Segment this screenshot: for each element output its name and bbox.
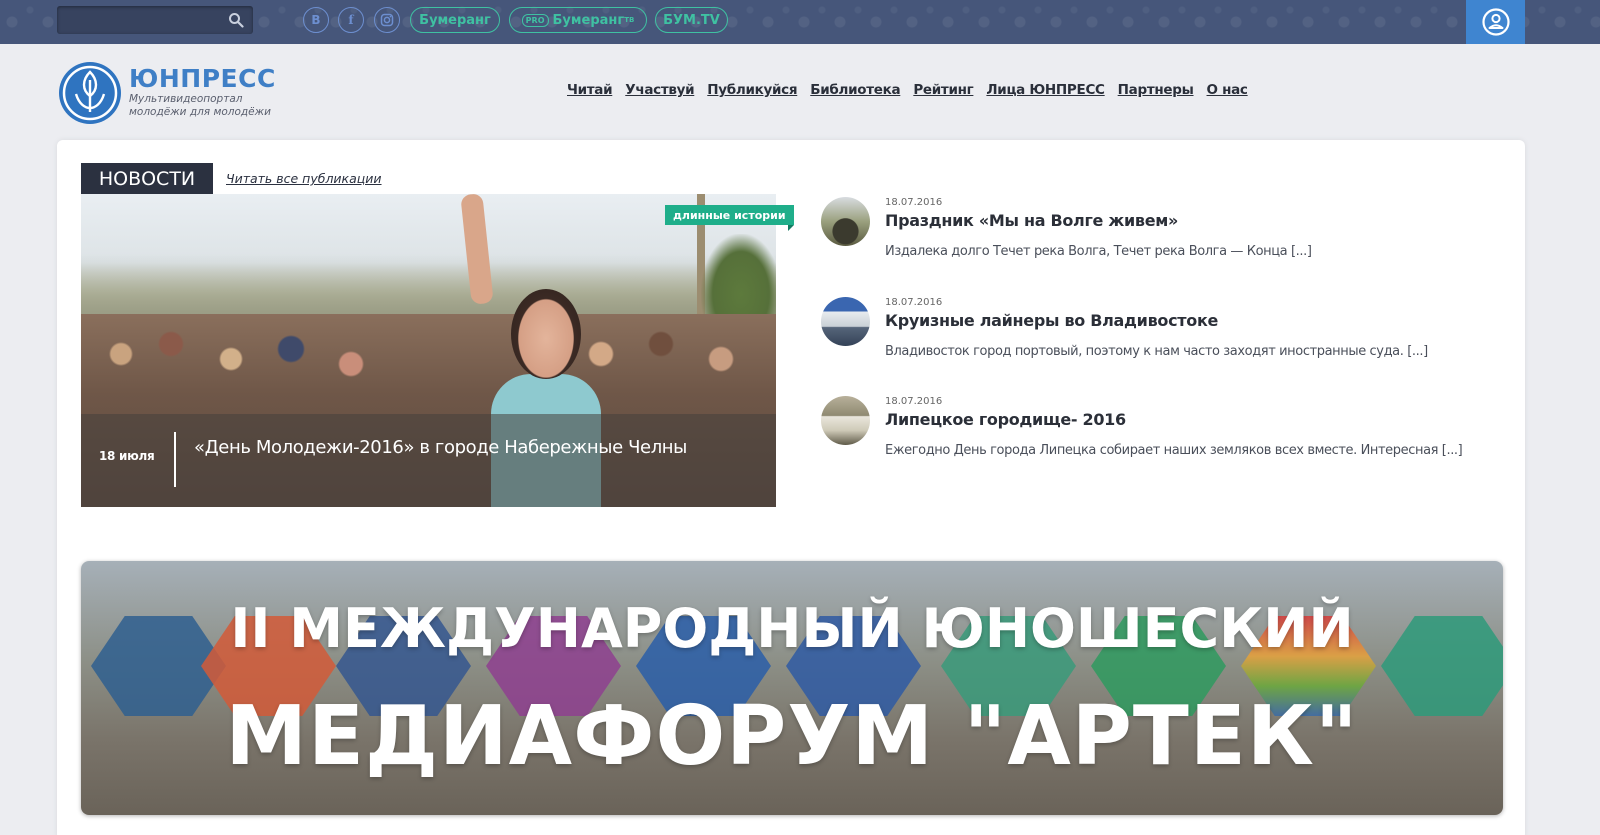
news-excerpt: Владивосток город портовый, поэтому к на…: [885, 344, 1428, 359]
search-box[interactable]: [57, 6, 253, 34]
news-item[interactable]: 18.07.2016 Липецкое городище- 2016 Ежего…: [821, 396, 1501, 486]
news-thumbnail: [821, 396, 870, 445]
logo-tagline: Мультивидеопортал молодёжи для молодёжи: [129, 93, 329, 119]
facebook-icon[interactable]: f: [338, 7, 364, 33]
tb-superscript: TB: [624, 16, 635, 24]
nav-faces[interactable]: Лица ЮНПРЕСС: [986, 82, 1105, 98]
logo-emblem-icon: [59, 62, 121, 124]
news-title[interactable]: Праздник «Мы на Волге живем»: [885, 211, 1178, 230]
news-excerpt: Издалека долго Течет река Волга, Течет р…: [885, 244, 1312, 259]
news-date: 18.07.2016: [885, 197, 943, 208]
news-thumbnail: [821, 197, 870, 246]
news-title[interactable]: Круизные лайнеры во Владивостоке: [885, 311, 1218, 330]
pro-badge: PRO: [521, 13, 549, 27]
long-stories-tag[interactable]: длинные истории: [665, 205, 794, 231]
pro-boomerang-link[interactable]: PRO Бумеранг TB: [509, 7, 647, 33]
featured-divider: [174, 432, 176, 487]
news-date: 18.07.2016: [885, 396, 943, 407]
featured-caption-band: [81, 414, 776, 507]
instagram-glyph: [380, 13, 394, 27]
nav-read[interactable]: Читай: [567, 82, 613, 98]
nav-library[interactable]: Библиотека: [810, 82, 900, 98]
news-thumbnail: [821, 297, 870, 346]
news-heading: НОВОСТИ: [81, 163, 213, 194]
nav-partners[interactable]: Партнеры: [1118, 82, 1194, 98]
pro-boomerang-label: Бумеранг: [552, 12, 625, 28]
all-publications-link[interactable]: Читать все публикации: [226, 171, 382, 186]
featured-image-head: [511, 289, 581, 379]
site-logo[interactable]: ЮНПРЕСС Мультивидеопортал молодёжи для м…: [57, 60, 327, 130]
instagram-icon[interactable]: [374, 7, 400, 33]
search-input[interactable]: [57, 6, 217, 34]
nav-publish[interactable]: Публикуйся: [707, 82, 797, 98]
news-date: 18.07.2016: [885, 297, 943, 308]
banner-headline-line-1: II МЕЖДУНАРОДНЫЙ ЮНОШЕСКИЙ: [230, 597, 1354, 660]
artek-mediaforum-banner[interactable]: II МЕЖДУНАРОДНЫЙ ЮНОШЕСКИЙ МЕДИАФОРУМ "А…: [81, 561, 1503, 815]
news-title[interactable]: Липецкое городище- 2016: [885, 410, 1126, 429]
top-bar: В f Бумеранг PRO Бумеранг TB БУМ.TV: [0, 0, 1600, 44]
news-item[interactable]: 18.07.2016 Праздник «Мы на Волге живем» …: [821, 197, 1501, 287]
logo-tagline-line-2: молодёжи для молодёжи: [129, 106, 271, 118]
nav-about[interactable]: О нас: [1207, 82, 1248, 98]
main-nav: Читай Участвуй Публикуйся Библиотека Рей…: [567, 82, 1248, 98]
featured-story[interactable]: 18 июля «День Молодежи-2016» в городе На…: [81, 194, 776, 507]
user-icon: [1481, 8, 1510, 36]
search-icon[interactable]: [228, 12, 244, 28]
nav-rating[interactable]: Рейтинг: [913, 82, 973, 98]
banner-headline-line-2: МЕДИАФОРУМ "АРТЕК": [225, 689, 1359, 784]
logo-name: ЮНПРЕСС: [129, 64, 276, 93]
user-account-button[interactable]: [1466, 0, 1525, 44]
nav-participate[interactable]: Участвуй: [625, 82, 694, 98]
logo-tagline-line-1: Мультивидеопортал: [129, 93, 243, 105]
bum-tv-link[interactable]: БУМ.TV: [655, 7, 728, 33]
news-excerpt: Ежегодно День города Липецка собирает на…: [885, 443, 1463, 458]
featured-date: 18 июля: [99, 449, 155, 463]
news-item[interactable]: 18.07.2016 Круизные лайнеры во Владивост…: [821, 297, 1501, 387]
featured-image-hills: [81, 254, 776, 314]
boomerang-link[interactable]: Бумеранг: [410, 7, 500, 33]
featured-title: «День Молодежи-2016» в городе Набережные…: [194, 437, 687, 458]
vk-icon[interactable]: В: [303, 7, 329, 33]
